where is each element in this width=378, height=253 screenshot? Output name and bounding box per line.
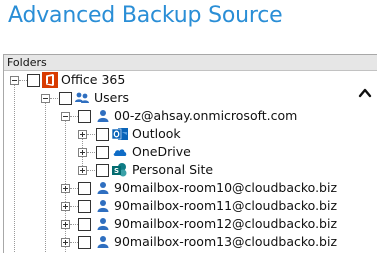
expand-toggle[interactable] bbox=[61, 202, 70, 211]
office365-label: Office 365 bbox=[61, 72, 126, 87]
onedrive-label: OneDrive bbox=[132, 144, 191, 159]
onedrive-cloud-icon bbox=[112, 144, 128, 160]
collapse-toggle[interactable] bbox=[10, 76, 19, 85]
user-label: 00-z@ahsay.onmicrosoft.com bbox=[114, 108, 298, 123]
page-title: Advanced Backup Source bbox=[8, 3, 283, 28]
onedrive-checkbox[interactable] bbox=[96, 146, 109, 159]
mailbox-checkbox[interactable] bbox=[78, 236, 91, 249]
user-icon bbox=[95, 108, 111, 124]
user-icon bbox=[95, 234, 111, 250]
office365-checkbox[interactable] bbox=[27, 74, 40, 87]
expand-toggle[interactable] bbox=[78, 148, 87, 157]
tree-node-users[interactable]: Users bbox=[4, 89, 374, 107]
expand-toggle[interactable] bbox=[78, 166, 87, 175]
expand-toggle[interactable] bbox=[61, 238, 70, 247]
expand-toggle[interactable] bbox=[78, 130, 87, 139]
mailbox-checkbox[interactable] bbox=[78, 182, 91, 195]
sharepoint-icon: S bbox=[112, 162, 128, 178]
outlook-label: Outlook bbox=[132, 126, 181, 141]
user-icon bbox=[95, 198, 111, 214]
office365-icon bbox=[42, 72, 58, 88]
tree-node-onedrive[interactable]: OneDrive bbox=[4, 143, 374, 161]
collapse-toggle[interactable] bbox=[61, 112, 70, 121]
expand-toggle[interactable] bbox=[61, 184, 70, 193]
collapse-toggle[interactable] bbox=[41, 94, 50, 103]
mailbox-label: 90mailbox-room10@cloudbacko.biz bbox=[114, 180, 338, 195]
mailbox-label: 90mailbox-room11@cloudbacko.biz bbox=[114, 198, 338, 213]
users-group-icon bbox=[74, 90, 90, 106]
tree-node-user[interactable]: 00-z@ahsay.onmicrosoft.com bbox=[4, 107, 374, 125]
personal-site-label: Personal Site bbox=[132, 162, 214, 177]
users-label: Users bbox=[94, 90, 130, 105]
scroll-up-chevron-icon[interactable] bbox=[358, 84, 372, 98]
svg-text:S: S bbox=[114, 167, 119, 175]
personal-site-checkbox[interactable] bbox=[96, 164, 109, 177]
tree-node-mailbox[interactable]: 90mailbox-room10@cloudbacko.biz bbox=[4, 179, 374, 197]
mailbox-checkbox[interactable] bbox=[78, 200, 91, 213]
outlook-checkbox[interactable] bbox=[96, 128, 109, 141]
folders-header: Folders bbox=[4, 55, 377, 71]
tree-node-mailbox[interactable]: 90mailbox-room12@cloudbacko.biz bbox=[4, 215, 374, 233]
tree-node-personal-site[interactable]: S Personal Site bbox=[4, 161, 374, 179]
tree-node-mailbox[interactable]: 90mailbox-room13@cloudbacko.biz bbox=[4, 233, 374, 251]
tree-node-office365[interactable]: Office 365 bbox=[4, 71, 374, 89]
folders-panel: Folders Office 365 Users 00-z@ahsay.onmi… bbox=[3, 54, 377, 253]
user-checkbox[interactable] bbox=[78, 110, 91, 123]
expand-toggle[interactable] bbox=[61, 220, 70, 229]
user-icon bbox=[95, 216, 111, 232]
tree-node-outlook[interactable]: Outlook bbox=[4, 125, 374, 143]
mailbox-label: 90mailbox-room12@cloudbacko.biz bbox=[114, 216, 338, 231]
mailbox-label: 90mailbox-room13@cloudbacko.biz bbox=[114, 234, 338, 249]
users-checkbox[interactable] bbox=[59, 92, 72, 105]
user-icon bbox=[95, 180, 111, 196]
outlook-icon bbox=[111, 126, 128, 142]
mailbox-checkbox[interactable] bbox=[78, 218, 91, 231]
tree-node-mailbox[interactable]: 90mailbox-room11@cloudbacko.biz bbox=[4, 197, 374, 215]
